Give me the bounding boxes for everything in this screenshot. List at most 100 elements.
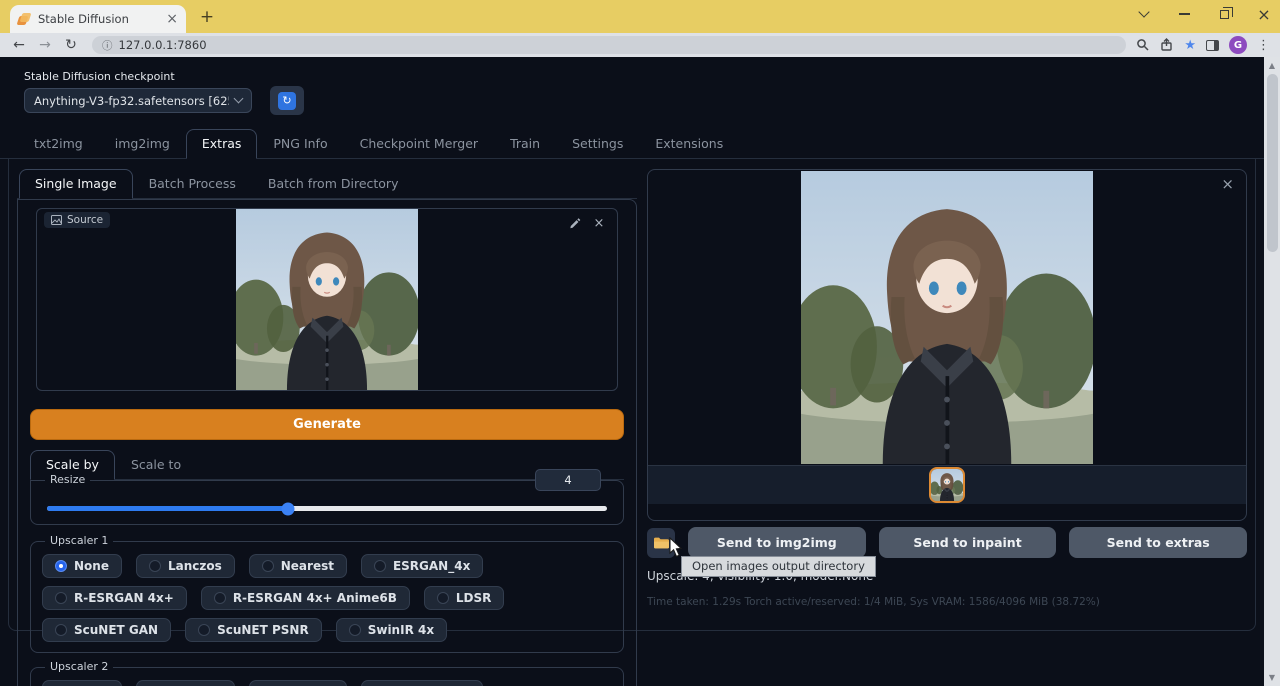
reload-icon[interactable]: ↻ [60, 38, 82, 52]
tab-extras[interactable]: Extras [186, 129, 258, 159]
upscaler1-option-scunet-gan[interactable]: ScuNET GAN [42, 618, 171, 642]
upscaler1-option-swinir-4x[interactable]: SwinIR 4x [336, 618, 447, 642]
send-to-extras-button[interactable]: Send to extras [1069, 527, 1247, 558]
tab-scale-to[interactable]: Scale to [115, 450, 197, 479]
upscaler1-option-ldsr[interactable]: LDSR [424, 586, 505, 610]
result-image-stage[interactable] [648, 170, 1246, 465]
zoom-icon[interactable] [1136, 38, 1150, 52]
gallery-thumbnail-selected[interactable] [929, 467, 965, 503]
new-tab-button[interactable]: + [194, 4, 220, 30]
chevron-down-icon[interactable] [1136, 6, 1152, 22]
radio-icon [55, 560, 67, 572]
result-gallery: × [647, 169, 1247, 521]
refresh-icon: ↻ [278, 92, 296, 110]
source-image [236, 209, 418, 390]
source-chip: Source [44, 212, 110, 228]
upscaler1-option-r-esrgan-4x[interactable]: R-ESRGAN 4x+ [42, 586, 187, 610]
extras-sub-tab-bar: Single Image Batch Process Batch from Di… [17, 169, 637, 199]
upscaler1-option-esrgan-4x[interactable]: ESRGAN_4x [361, 554, 483, 578]
stable-diffusion-webui: ▲ ▼ Stable Diffusion checkpoint Anything… [0, 57, 1280, 686]
checkpoint-value: Anything-V3-fp32.safetensors [625a2ba2] [34, 94, 229, 108]
bookmark-star-icon[interactable]: ★ [1184, 39, 1196, 52]
image-icon [51, 215, 62, 225]
folder-icon [653, 536, 670, 550]
upscaler2-option-esrgan-4x[interactable]: ESRGAN_4x [361, 680, 483, 686]
slider-handle[interactable] [281, 502, 294, 515]
address-bar[interactable]: ⓘ 127.0.0.1:7860 [92, 36, 1126, 54]
upscaler2-option-nearest[interactable]: Nearest [249, 680, 347, 686]
send-to-img2img-button[interactable]: Send to img2img [688, 527, 866, 558]
tab-batch-process[interactable]: Batch Process [133, 169, 252, 198]
scale-by-panel: Resize 4 [30, 480, 624, 525]
browser-tab-bar: Stable Diffusion × + × [0, 0, 1280, 33]
radio-icon [374, 560, 386, 572]
checkpoint-dropdown[interactable]: Anything-V3-fp32.safetensors [625a2ba2] [24, 88, 252, 113]
tab-checkpoint-merger[interactable]: Checkpoint Merger [344, 129, 494, 158]
upscaler1-option-nearest[interactable]: Nearest [249, 554, 347, 578]
single-image-panel: Source × Generate Scale by Sc [17, 199, 637, 686]
browser-tab-title: Stable Diffusion [38, 12, 159, 26]
radio-icon [198, 624, 210, 636]
send-to-inpaint-button[interactable]: Send to inpaint [879, 527, 1057, 558]
tab-close-icon[interactable]: × [166, 12, 178, 26]
tab-single-image[interactable]: Single Image [19, 169, 133, 199]
radio-icon [437, 592, 449, 604]
clear-image-icon[interactable]: × [589, 214, 609, 232]
tab-txt2img[interactable]: txt2img [18, 129, 99, 158]
performance-text: Time taken: 1.29s Torch active/reserved:… [647, 596, 1247, 608]
upscaler1-option-lanczos[interactable]: Lanczos [136, 554, 235, 578]
slider-fill [47, 506, 288, 511]
main-tab-bar: txt2img img2img Extras PNG Info Checkpoi… [0, 129, 1264, 159]
tab-settings[interactable]: Settings [556, 129, 639, 158]
upscaler2-option-none[interactable]: None [42, 680, 122, 686]
upscaler-2-label: Upscaler 2 [45, 660, 113, 673]
generate-button[interactable]: Generate [30, 409, 624, 440]
scroll-up-icon[interactable]: ▲ [1269, 57, 1275, 74]
back-icon[interactable]: ← [8, 38, 30, 52]
tab-img2img[interactable]: img2img [99, 129, 186, 158]
result-image[interactable] [801, 171, 1093, 464]
upscaler1-option-none[interactable]: None [42, 554, 122, 578]
radio-icon [349, 624, 361, 636]
browser-tab[interactable]: Stable Diffusion × [10, 5, 186, 33]
upscaler2-option-lanczos[interactable]: Lanczos [136, 680, 235, 686]
refresh-checkpoints-button[interactable]: ↻ [270, 86, 304, 115]
side-panel-icon[interactable] [1206, 40, 1219, 51]
tab-train[interactable]: Train [494, 129, 556, 158]
menu-kebab-icon[interactable]: ⋮ [1257, 38, 1270, 53]
restore-icon[interactable] [1216, 6, 1232, 22]
source-image-dropzone[interactable]: Source × [36, 208, 618, 391]
close-icon[interactable]: × [1256, 6, 1272, 22]
url-text: 127.0.0.1:7860 [119, 38, 207, 52]
resize-slider[interactable] [47, 506, 607, 511]
folder-tooltip: Open images output directory [681, 556, 876, 577]
gallery-close-icon[interactable]: × [1221, 177, 1234, 192]
resize-label: Resize [45, 473, 90, 486]
radio-icon [55, 624, 67, 636]
page-scrollbar[interactable]: ▲ ▼ [1264, 57, 1280, 686]
tab-png-info[interactable]: PNG Info [257, 129, 343, 158]
resize-number-input[interactable]: 4 [535, 469, 601, 491]
tab-batch-from-directory[interactable]: Batch from Directory [252, 169, 415, 198]
favicon-icon [18, 13, 31, 26]
scrollbar-thumb[interactable] [1267, 74, 1278, 252]
minimize-icon[interactable] [1176, 6, 1192, 22]
forward-icon[interactable]: → [34, 38, 56, 52]
browser-toolbar: ← → ↻ ⓘ 127.0.0.1:7860 ★ G ⋮ [0, 33, 1280, 57]
profile-avatar[interactable]: G [1229, 36, 1247, 54]
upscaler1-option-r-esrgan-anime6b[interactable]: R-ESRGAN 4x+ Anime6B [201, 586, 410, 610]
tab-extensions[interactable]: Extensions [639, 129, 739, 158]
radio-icon [149, 560, 161, 572]
site-info-icon[interactable]: ⓘ [102, 38, 113, 53]
radio-icon [214, 592, 226, 604]
radio-icon [55, 592, 67, 604]
edit-image-icon[interactable] [565, 214, 585, 232]
checkpoint-label: Stable Diffusion checkpoint [24, 70, 1264, 83]
upscaler-1-label: Upscaler 1 [45, 534, 113, 547]
upscaler-1-group: Upscaler 1 None Lanczos Nearest ESRGAN_4… [30, 541, 624, 653]
radio-icon [262, 560, 274, 572]
upscaler1-option-scunet-psnr[interactable]: ScuNET PSNR [185, 618, 322, 642]
scroll-down-icon[interactable]: ▼ [1269, 669, 1275, 686]
share-icon[interactable] [1160, 38, 1174, 52]
source-label: Source [67, 214, 103, 226]
